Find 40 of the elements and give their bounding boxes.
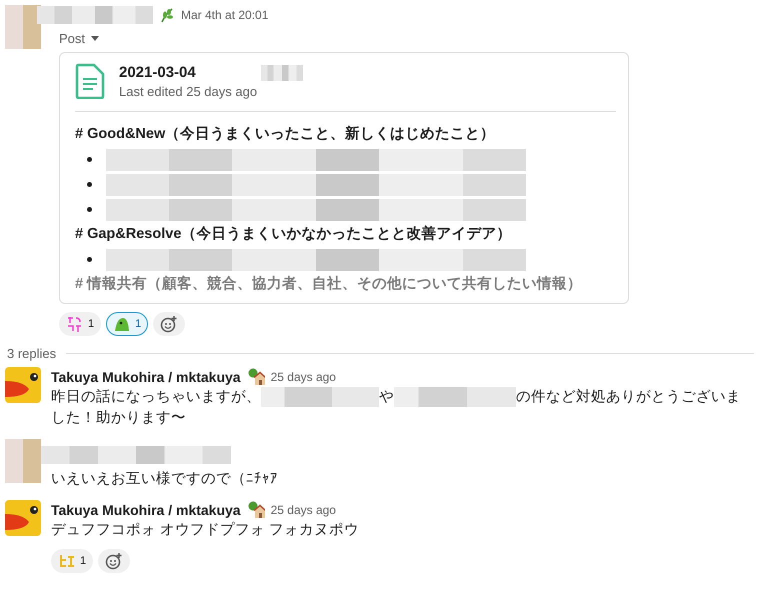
emoji-icon [113,315,132,333]
caret-icon [91,36,100,41]
section-heading: # Good&New（今日うまくいったこと、新しくはじめたこと） [75,124,496,143]
post-title: 2021-03-04 [119,64,197,80]
avatar-placeholder [5,5,41,49]
section-heading: # Gap&Resolve（今日うまくいかなかったことと改善アイデア） [75,224,512,243]
bullet-icon [87,257,92,262]
section-heading: # 情報共有（顧客、競合、協力者、自社、その他について共有したい情報） [75,274,584,293]
reaction-button[interactable]: 1 [59,312,102,336]
replies-count[interactable]: 3 replies [7,346,56,361]
add-reaction-icon [105,552,124,570]
user-name[interactable]: Takuya Mukohira / mktakuya [51,502,241,518]
timestamp: 25 days ago [270,503,336,517]
emoji-icon [66,315,84,333]
add-reaction-icon [160,315,178,333]
duck-avatar-icon [5,367,41,403]
house-icon [246,501,265,519]
bullet-icon [87,207,92,212]
avatar-placeholder [5,439,41,483]
post-subtitle: Last edited 25 days ago [119,84,258,98]
timestamp: 25 days ago [270,370,336,384]
message-text: デュフフコポォ オウフドプフォ フォカヌポウ [51,520,360,540]
duck-avatar-icon [5,500,41,536]
redacted-text [261,65,304,81]
bullet-icon [87,157,92,162]
post-card[interactable]: 2021-03-04 Last edited 25 days ago # Good&New（今日うまくいったこと、新しくはじめたこと） # Gap&Resolve（今日うまくいかなかったことと改善アイデア） # 情報共有（顧客、競合、協力者、自社、その他について共有したい情報） [59,52,629,304]
leaf-icon [159,7,175,23]
document-icon [75,63,105,99]
add-reaction-button[interactable] [98,549,130,573]
message-text: 昨日の話になっちゃいますが、 や の件など対処ありがとうございました！助かります〜 [51,387,742,428]
post-dropdown[interactable]: Post [59,31,100,46]
bullet-icon [87,182,92,187]
house-icon [246,368,265,386]
user-name[interactable]: Takuya Mukohira / mktakuya [51,369,241,385]
reaction-button[interactable]: 1 [51,549,94,573]
emoji-icon [58,552,76,570]
message-text: いえいえお互い様ですので（ﾆﾁｬｱ [51,470,279,489]
add-reaction-button[interactable] [153,312,186,336]
timestamp: Mar 4th at 20:01 [181,8,268,22]
reaction-button[interactable]: 1 [106,312,148,336]
